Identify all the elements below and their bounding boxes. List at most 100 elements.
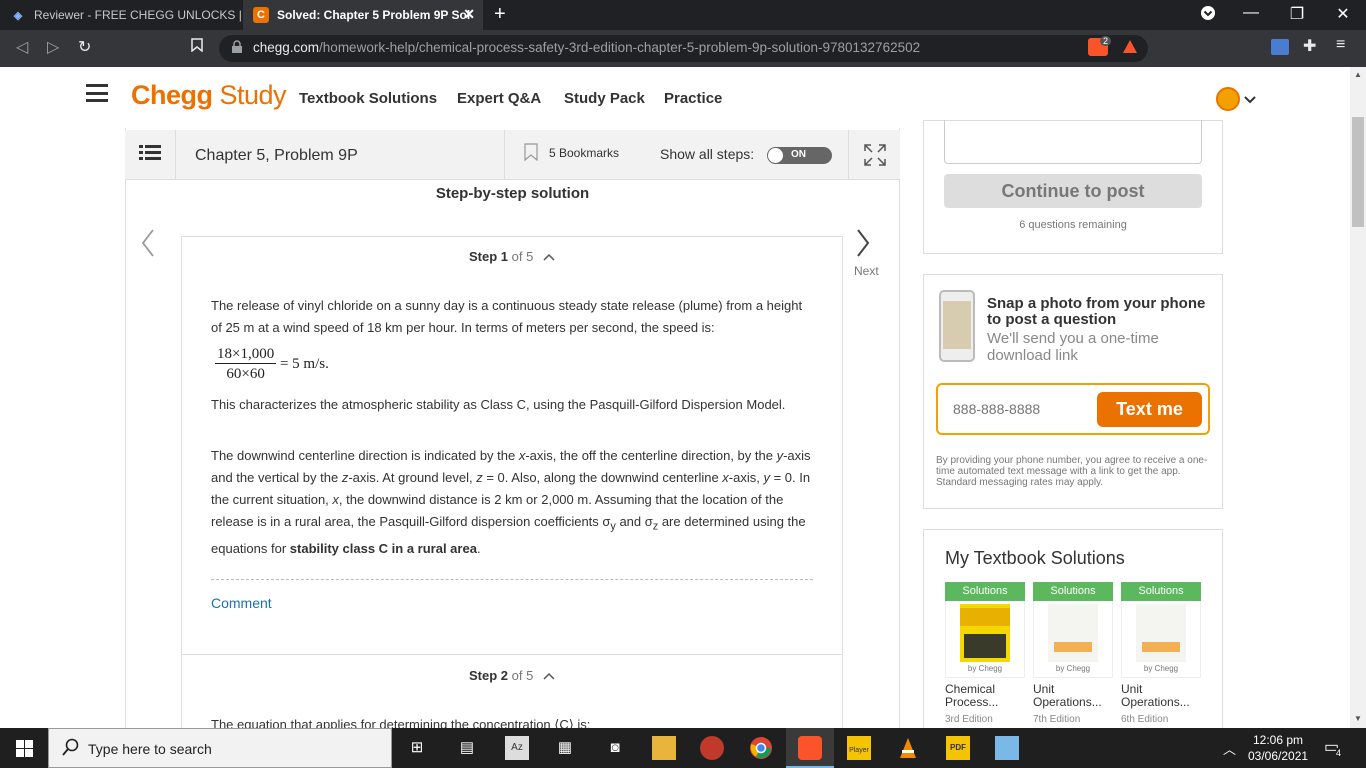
step-paragraph: The downwind centerline direction is ind…	[211, 448, 811, 556]
media-app-icon[interactable]	[700, 736, 724, 760]
my-solutions-title: My Textbook Solutions	[945, 548, 1125, 568]
brave-rewards-icon[interactable]	[1122, 39, 1138, 59]
step-paragraph: The equation that applies for determinin…	[211, 717, 591, 728]
snap-title: Snap a photo from your phone to post a q…	[987, 295, 1206, 328]
book-cover-image	[1136, 604, 1186, 662]
chegg-study-logo[interactable]: Chegg Study	[131, 80, 287, 111]
questions-remaining: 6 questions remaining	[1019, 219, 1127, 231]
snap-subtitle: We'll send you a one-time download link	[987, 330, 1159, 364]
text-me-button[interactable]: Text me	[1097, 392, 1202, 427]
phone-number-input[interactable]	[953, 401, 1083, 417]
show-all-steps-label: Show all steps:	[660, 146, 755, 162]
scroll-up-icon[interactable]: ▲	[1354, 70, 1362, 79]
search-icon	[62, 738, 80, 761]
browser-tab[interactable]: ◈ Reviewer - FREE CHEGG UNLOCKS | Pa	[0, 0, 243, 30]
equation-denominator: 60×60	[226, 366, 265, 382]
book-edition: 3rd Edition	[945, 714, 993, 725]
book-title[interactable]: Chemical Process...	[945, 683, 1027, 709]
forward-icon[interactable]: ▷	[47, 37, 59, 57]
book-cover-image	[960, 604, 1010, 662]
chevron-down-icon[interactable]	[1244, 92, 1256, 110]
book-edition: 7th Edition	[1033, 714, 1081, 725]
taskbar-clock[interactable]: 12:06 pm 03/06/2021	[1248, 732, 1308, 764]
nav-practice[interactable]: Practice	[664, 90, 722, 107]
notes-app-icon[interactable]: ▤	[455, 736, 479, 760]
book-title[interactable]: Unit Operations...	[1121, 683, 1203, 709]
legal-disclaimer: By providing your phone number, you agre…	[936, 455, 1208, 488]
tab-title: Reviewer - FREE CHEGG UNLOCKS | Pa	[34, 8, 243, 22]
browser-tab-active[interactable]: C Solved: Chapter 5 Problem 9P Sol ✕	[243, 0, 483, 30]
clock-time: 12:06 pm	[1252, 733, 1304, 747]
chegg-favicon-icon: C	[253, 7, 269, 23]
vlc-icon[interactable]	[896, 736, 920, 760]
equation-numerator: 18×1,000	[215, 346, 277, 364]
calculator-icon[interactable]: ▦	[553, 736, 577, 760]
equation: 18×1,000 60×60 = 5 m/s.	[215, 346, 329, 383]
divider	[504, 130, 505, 180]
bookmark-page-icon[interactable]	[191, 38, 203, 55]
site-favicon-icon: ◈	[13, 9, 23, 22]
task-view-icon[interactable]: ⊞	[405, 736, 429, 760]
continue-to-post-button[interactable]: Continue to post	[944, 174, 1202, 208]
next-step-label[interactable]: Next	[854, 264, 879, 278]
nav-study-pack[interactable]: Study Pack	[564, 90, 645, 107]
file-explorer-icon[interactable]	[652, 736, 676, 760]
back-icon[interactable]: ◁	[16, 37, 28, 57]
clock-date: 03/06/2021	[1248, 749, 1309, 763]
phone-screen-image	[943, 301, 971, 349]
new-tab-icon[interactable]: +	[494, 3, 506, 26]
bookmark-icon[interactable]	[524, 143, 538, 166]
minimize-icon[interactable]: —	[1236, 4, 1266, 22]
question-textarea[interactable]	[944, 120, 1202, 164]
chevron-up-icon[interactable]	[543, 668, 555, 683]
next-step-icon[interactable]	[855, 226, 871, 266]
list-menu-icon[interactable]	[139, 145, 161, 166]
by-chegg-label: by Chegg	[1143, 664, 1179, 673]
toggle-knob	[768, 148, 783, 163]
windows-start-icon[interactable]	[16, 740, 33, 762]
notepad-app-icon[interactable]	[995, 736, 1019, 760]
nav-textbook-solutions[interactable]: Textbook Solutions	[299, 90, 437, 107]
player-app-icon[interactable]: Player	[847, 736, 871, 760]
fullscreen-icon[interactable]	[864, 144, 886, 171]
tray-chevron-up-icon[interactable]: ︿	[1223, 739, 1236, 758]
restore-icon[interactable]: ❐	[1282, 4, 1312, 24]
book-title[interactable]: Unit Operations...	[1033, 683, 1115, 709]
step-2-header[interactable]: Step 2 of 5	[181, 668, 843, 683]
previous-step-icon[interactable]	[141, 228, 155, 266]
equation-result: = 5 m/s.	[279, 356, 329, 372]
step-divider	[181, 654, 843, 655]
hamburger-menu-icon[interactable]	[86, 84, 108, 107]
solutions-badge: Solutions	[945, 582, 1025, 601]
dictionary-app-icon[interactable]: Az	[505, 736, 529, 760]
camera-app-icon[interactable]: ◙	[603, 736, 627, 760]
close-tab-icon[interactable]: ✕	[463, 6, 475, 23]
extensions-icon[interactable]: ✚	[1303, 36, 1316, 56]
solution-heading: Step-by-step solution	[435, 185, 590, 202]
comment-link[interactable]: Comment	[211, 595, 272, 611]
divider	[848, 130, 849, 180]
chrome-icon[interactable]	[749, 736, 773, 760]
lock-icon	[231, 40, 243, 59]
solutions-badge: Solutions	[1121, 582, 1201, 601]
tab-title: Solved: Chapter 5 Problem 9P Sol	[277, 8, 471, 22]
browser-menu-icon[interactable]: ≡	[1336, 36, 1345, 54]
profile-menu-icon[interactable]	[1193, 5, 1223, 26]
close-window-icon[interactable]: ✕	[1328, 4, 1358, 24]
step-1-header[interactable]: Step 1 of 5	[181, 249, 843, 264]
chevron-up-icon[interactable]	[543, 249, 555, 264]
translate-extension-icon[interactable]	[1271, 39, 1289, 55]
scroll-down-icon[interactable]: ▼	[1354, 714, 1362, 723]
dashed-divider	[211, 579, 813, 580]
url-text[interactable]: chegg.com/homework-help/chemical-process…	[253, 40, 920, 55]
chapter-title: Chapter 5, Problem 9P	[195, 147, 358, 164]
book-cover-image	[1048, 604, 1098, 662]
brave-browser-icon[interactable]	[798, 736, 822, 760]
bookmarks-count[interactable]: 5 Bookmarks	[549, 146, 619, 160]
notification-count: 4	[1336, 748, 1342, 758]
scrollbar-thumb[interactable]	[1352, 117, 1364, 227]
nav-expert-qa[interactable]: Expert Q&A	[457, 90, 541, 107]
reload-icon[interactable]: ↻	[78, 37, 91, 57]
avatar[interactable]	[1216, 87, 1240, 111]
pdf-app-icon[interactable]: PDF	[946, 736, 970, 760]
